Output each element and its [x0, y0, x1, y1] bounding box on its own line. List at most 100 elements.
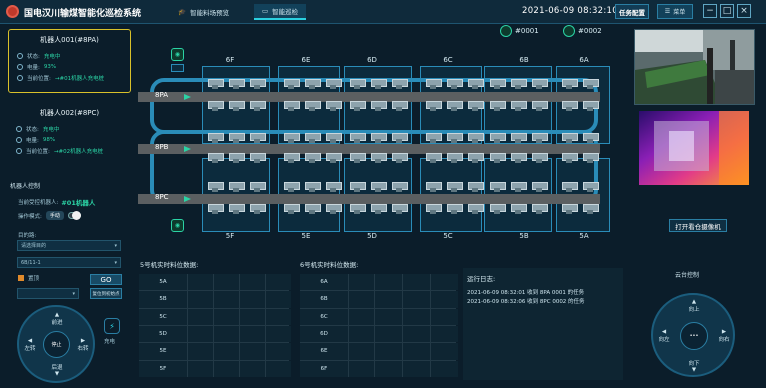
feeder-icon [303, 100, 321, 112]
robot-badge-label: #0002 [578, 27, 602, 35]
column-label-6d: 6D [367, 56, 377, 64]
ptz-down-button[interactable]: 向下 ▼ [681, 357, 707, 375]
feeder-icon [282, 152, 300, 164]
table-cell [188, 360, 213, 377]
feeder-icon [369, 78, 387, 90]
pin-checkbox[interactable] [18, 275, 24, 281]
menu-button[interactable]: ☰ 菜单 [657, 4, 693, 19]
row-label: 6C [300, 308, 348, 325]
table-cell [240, 343, 265, 360]
ptz-left-button[interactable]: ◀ 向左 [655, 324, 673, 348]
table-cell [403, 291, 430, 308]
battery-label: 电量: [27, 64, 40, 71]
feeder-icon [581, 152, 599, 164]
feeder-icon [509, 203, 527, 215]
table-cell [375, 308, 402, 325]
reset-button[interactable]: 复位到初始点 [90, 288, 122, 299]
status-label: 状态: [26, 126, 39, 133]
go-button[interactable]: GO [90, 274, 122, 285]
open-bunker-camera-button[interactable]: 打开看仓摄像机 [669, 219, 727, 232]
task-config-button[interactable]: 任务配置 [615, 4, 649, 19]
robot-0002-icon[interactable]: ◉ [171, 219, 184, 232]
datetime-display: 2021-06-09 08:32:10 [522, 6, 618, 16]
forward-label: 前进 [51, 320, 63, 326]
position-select[interactable]: 6B/11-1 ▾ [17, 257, 121, 268]
feeder-icon [424, 181, 442, 193]
table-cell [188, 291, 213, 308]
feeder-icon [348, 78, 366, 90]
tab-yard-preview[interactable]: 🎓 智能料场预览 [170, 4, 237, 20]
forward-button[interactable]: ▲ 前进 [47, 310, 67, 328]
feeder-icon [530, 181, 548, 193]
feeder-icon [348, 100, 366, 112]
ptz-right-button[interactable]: ▶ 向右 [715, 324, 733, 348]
ptz-up-button[interactable]: ▲ 向上 [681, 297, 707, 315]
robot-marker-icon [184, 196, 191, 202]
stop-button[interactable]: 停止 [43, 331, 70, 358]
row-label: 5D [139, 326, 187, 343]
feeder-icon [488, 100, 506, 112]
mode-toggle[interactable] [67, 211, 81, 220]
table-cell [349, 274, 374, 291]
path-label: 目的路: [18, 233, 37, 239]
table-cell [188, 343, 213, 360]
feeder-icon [324, 181, 342, 193]
table-cell [375, 326, 402, 343]
extra-select[interactable]: ▾ [17, 288, 79, 299]
feeder-icon [324, 100, 342, 112]
robot-position-row: 当前位置: →#01机器人充电桩 [17, 72, 130, 83]
feeder-icon [509, 152, 527, 164]
feeder-icon [206, 78, 224, 90]
robot-card-002[interactable]: 机器人002(#8PC) 状态: 充电中 电量: 98% 当前位置: →#02机器人充… [8, 104, 131, 164]
feeder-icon [509, 181, 527, 193]
feeder-icon [348, 132, 366, 144]
robot-badge-0001[interactable]: #0001 [500, 25, 539, 37]
feeder-icon [369, 132, 387, 144]
feeder-icon [424, 100, 442, 112]
chevron-down-icon: ▾ [114, 259, 117, 266]
close-button[interactable]: × [737, 4, 751, 18]
arrow-down-icon: ▼ [691, 367, 697, 373]
feeder-icon [424, 152, 442, 164]
feeder-icon [530, 100, 548, 112]
feeder-icon [581, 78, 599, 90]
pin-checkbox-row[interactable]: 置顶 [18, 274, 39, 282]
camera-feed-thermal[interactable] [639, 111, 749, 185]
dots-icon: ••• [689, 333, 699, 339]
camera-feed-visible[interactable] [634, 29, 755, 105]
table-cell [266, 326, 291, 343]
mode-value: 手动 [45, 211, 64, 220]
table-6: 6A 6B 6C 6D 6E 6F [300, 274, 458, 377]
feeder-icon [530, 132, 548, 144]
turn-right-button[interactable]: ▶ 右转 [74, 335, 92, 355]
minimize-button[interactable]: − [703, 4, 717, 18]
tab-label: 智能料场预览 [190, 9, 230, 17]
destination-select[interactable]: 请选择目的 ▾ [17, 240, 121, 251]
feeder-icon [445, 78, 463, 90]
table-cell [240, 274, 265, 291]
robot-badge-0002[interactable]: #0002 [563, 25, 602, 37]
ptz-center-button[interactable]: ••• [680, 322, 708, 350]
feeder-icon [227, 78, 245, 90]
feeder-icon [466, 132, 484, 144]
maximize-button[interactable]: □ [720, 4, 734, 18]
turn-left-button[interactable]: ◀ 左转 [21, 335, 39, 355]
column-label-6e: 6E [301, 56, 311, 64]
feeder-icon [488, 181, 506, 193]
table-cell [214, 343, 239, 360]
tab-smart-inspection[interactable]: ▭ 智能巡检 [254, 4, 307, 20]
inspection-map: 6F 6E 6D 6C 6B 6A 5F 5E 5D 5C 5B 5A 8PA … [138, 38, 628, 248]
charge-button[interactable]: ⚡ [104, 318, 120, 334]
robot-title: 机器人002(#8PC) [39, 109, 100, 117]
backward-button[interactable]: 后退 ▼ [47, 361, 67, 379]
table-cell [431, 274, 458, 291]
position-value: →#02机器人充电桩 [53, 148, 104, 155]
table-cell [214, 274, 239, 291]
charging-station-icon [171, 64, 184, 72]
status-icon [17, 52, 23, 59]
feeder-icon [560, 181, 578, 193]
robot-0001-icon[interactable]: ◉ [171, 48, 184, 61]
robot-card-001[interactable]: 机器人001(#8PA) 状态: 充电中 电量: 93% 当前位置: →#01机器人充… [8, 29, 131, 93]
battery-value: 93% [43, 63, 57, 70]
table-cell [188, 274, 213, 291]
